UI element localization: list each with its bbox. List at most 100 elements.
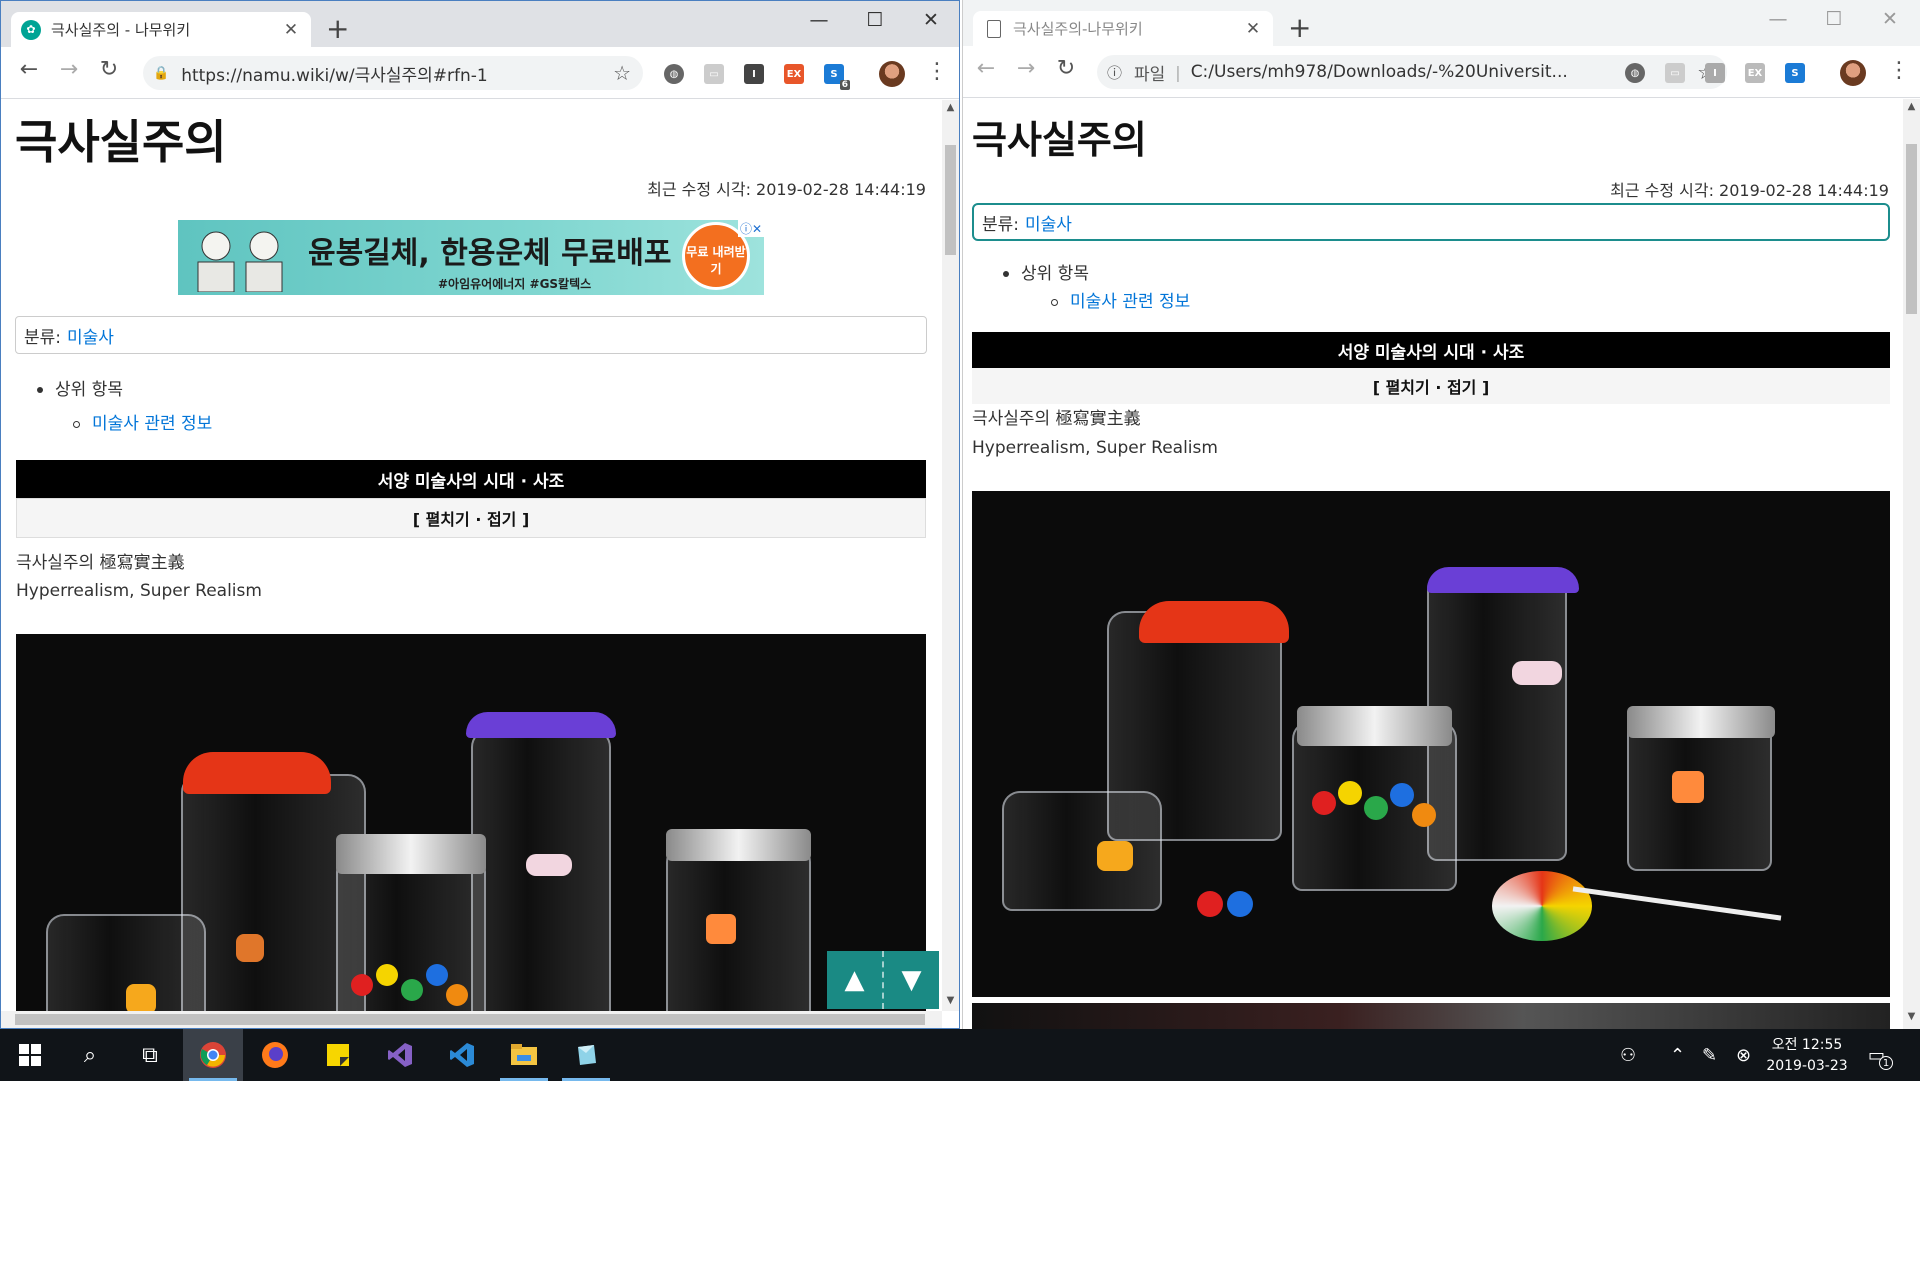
last-modified: 최근 수정 시각: 2019-02-28 14:44:19 [1610,181,1889,200]
maximize-icon[interactable]: ☐ [850,9,900,31]
extension-skype-icon[interactable]: S6 [824,64,850,90]
purple-lid [466,712,616,738]
candy-jars-photo [972,491,1890,997]
page-title: 극사실주의 [15,115,227,169]
ad-banner[interactable]: 윤봉길체, 한용운체 무료배포 #아임유어에너지 #GS칼텍스 무료 내려받기 … [178,220,764,295]
navbox-toggle[interactable]: [ 펼치기 · 접기 ] [16,498,926,538]
candy [401,979,423,1001]
jar [666,844,811,1011]
navbox-toggle[interactable]: [ 펼치기 · 접기 ] [972,368,1890,404]
parent-link[interactable]: 미술사 관련 정보 [1070,292,1190,312]
scroll-thumb[interactable] [1906,144,1917,314]
last-modified: 최근 수정 시각: 2019-02-28 14:44:19 [647,180,926,199]
visual-studio-icon[interactable] [370,1029,430,1081]
category-link[interactable]: 미술사 [67,323,114,348]
scroll-down-icon[interactable]: ▼ [884,951,939,1009]
red-lid [183,752,331,794]
candy [1512,661,1562,685]
parent-link-item: 미술사 관련 정보 [73,409,212,434]
minimize-icon[interactable]: — [1753,8,1803,30]
browser-toolbar: ← → ↻ ⓘ 파일 | C:/Users/mh978/Downloads/-%… [963,46,1920,98]
chrome-icon[interactable] [183,1029,243,1081]
silver-lid [666,829,811,861]
profile-avatar[interactable] [1840,60,1866,86]
people-icon[interactable]: ⚇ [1620,1029,1636,1081]
scroll-arrow-down-icon[interactable]: ▼ [942,995,959,1006]
ad-close-icon[interactable]: ⓘ✕ [737,220,764,237]
kebab-menu-icon[interactable]: ⋮ [926,59,948,84]
tab-strip: ✿ 극사실주의 - 나무위키 ✕ + — ☐ ✕ [1,1,959,47]
windows-start-icon[interactable] [0,1029,60,1081]
reload-icon[interactable]: ↻ [94,59,124,81]
app-icon[interactable] [556,1029,616,1081]
candy [376,964,398,986]
close-window-icon[interactable]: ✕ [906,9,956,31]
purple-lid [1427,567,1579,593]
browser-window-right: 극사실주의-나무위키 ✕ + — ☐ ✕ ← → ↻ ⓘ 파일 | C:/Use… [962,0,1920,1029]
extension-skype-icon[interactable]: S [1785,63,1805,83]
search-icon[interactable]: ⌕ [60,1029,120,1081]
extension-ex-icon[interactable]: EX [784,64,804,84]
extension-window-icon[interactable]: ▭ [1665,63,1685,83]
candy [1097,841,1133,871]
extension-ex-icon[interactable]: EX [1745,63,1765,83]
extension-i-icon[interactable]: I [744,64,764,84]
back-icon[interactable]: ← [14,59,44,81]
browser-tab[interactable]: ✿ 극사실주의 - 나무위키 ✕ [11,12,311,47]
sticky-notes-icon[interactable] [308,1029,368,1081]
navbox-title: 서양 미술사의 시대 · 사조 [972,332,1890,368]
url-divider: | [1175,62,1181,82]
scroll-arrow-up-icon[interactable]: ▲ [1903,101,1920,112]
scroll-thumb[interactable] [15,1014,925,1025]
new-tab-icon[interactable]: + [1288,14,1311,42]
extension-globe-icon[interactable]: ◍ [664,64,684,84]
pen-icon[interactable]: ✎ [1702,1029,1717,1081]
star-icon[interactable]: ☆ [613,61,631,85]
category-link[interactable]: 미술사 [1025,210,1072,235]
candy [1412,803,1436,827]
candy [446,984,468,1006]
task-view-icon[interactable]: ⧉ [120,1029,180,1081]
notification-icon[interactable]: ▭ 1 [1868,1029,1899,1081]
close-window-icon[interactable]: ✕ [1865,8,1915,30]
address-bar[interactable]: 🔒 https://namu.wiki/w/극사실주의#rfn-1 ☆ [143,56,643,90]
next-image-strip [972,1003,1890,1029]
firefox-icon[interactable] [245,1029,305,1081]
network-disconnected-icon[interactable]: ⊗ [1736,1029,1751,1081]
scroll-arrow-down-icon[interactable]: ▼ [1903,1011,1920,1022]
vscode-icon[interactable] [432,1029,492,1081]
extension-window-icon[interactable]: ▭ [704,64,724,84]
extension-globe-icon[interactable]: ◍ [1625,63,1645,83]
file-explorer-icon[interactable] [494,1029,554,1081]
extension-i-icon[interactable]: I [1705,63,1725,83]
scroll-arrow-up-icon[interactable]: ▲ [942,102,959,113]
forward-icon[interactable]: → [54,59,84,81]
url-text: C:/Users/mh978/Downloads/-%20Universit..… [1190,62,1568,82]
candy [1672,771,1704,803]
vertical-scrollbar[interactable]: ▲ ▼ [1903,99,1920,1029]
scroll-thumb[interactable] [945,145,956,255]
close-tab-icon[interactable]: ✕ [1243,19,1263,39]
browser-tab[interactable]: 극사실주의-나무위키 ✕ [973,11,1273,46]
profile-avatar[interactable] [879,61,905,87]
reload-icon[interactable]: ↻ [1051,58,1081,80]
clock[interactable]: 오전 12:55 2019-03-23 [1762,1035,1852,1077]
chevron-up-icon[interactable]: ⌃ [1670,1029,1685,1081]
candy [236,934,264,962]
clock-time: 오전 12:55 [1771,1037,1843,1053]
parent-link-item: 미술사 관련 정보 [1051,287,1190,312]
candy [126,984,156,1011]
maximize-icon[interactable]: ☐ [1809,8,1859,30]
scroll-up-icon[interactable]: ▲ [827,951,884,1009]
close-tab-icon[interactable]: ✕ [281,20,301,40]
vertical-scrollbar[interactable]: ▲ ▼ [942,100,959,1011]
horizontal-scrollbar[interactable] [1,1011,942,1028]
back-icon[interactable]: ← [971,58,1001,80]
red-lid [1139,601,1289,643]
kebab-menu-icon[interactable]: ⋮ [1888,58,1910,83]
parent-link[interactable]: 미술사 관련 정보 [92,414,212,434]
minimize-icon[interactable]: — [794,9,844,31]
new-tab-icon[interactable]: + [326,15,349,43]
parent-label: 상위 항목 [55,380,123,400]
forward-icon[interactable]: → [1011,58,1041,80]
